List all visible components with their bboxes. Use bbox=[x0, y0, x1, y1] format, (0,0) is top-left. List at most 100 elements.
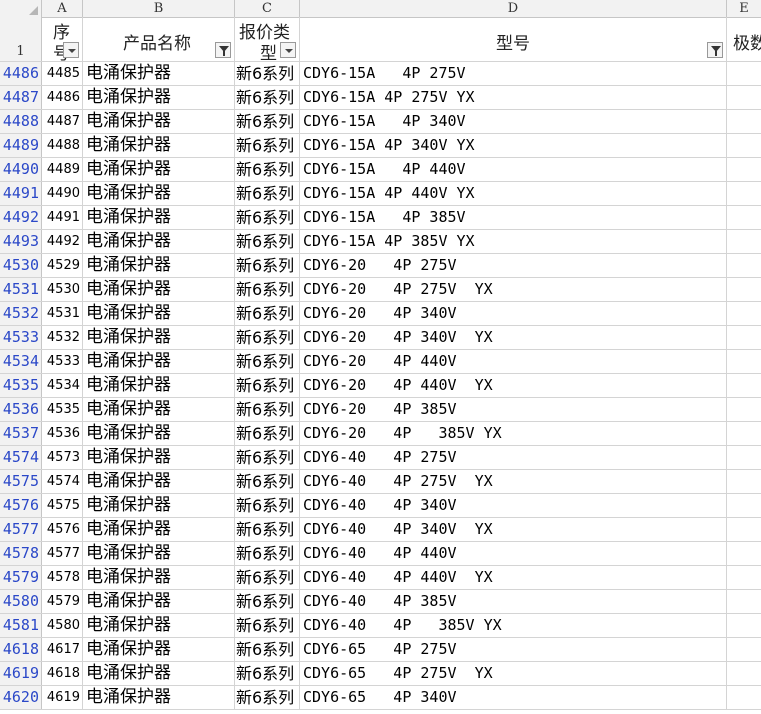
filter-active-button[interactable] bbox=[215, 42, 231, 58]
cell-product-name[interactable]: 电涌保护器 bbox=[83, 686, 235, 709]
row-number[interactable]: 4580 bbox=[0, 590, 42, 613]
cell-poles[interactable] bbox=[727, 206, 761, 229]
cell-serial[interactable]: 4574 bbox=[42, 470, 83, 493]
cell-quote-type[interactable]: 新6系列 bbox=[235, 86, 300, 109]
cell-serial[interactable]: 4536 bbox=[42, 422, 83, 445]
cell-product-name[interactable]: 电涌保护器 bbox=[83, 518, 235, 541]
cell-quote-type[interactable]: 新6系列 bbox=[235, 686, 300, 709]
cell-model[interactable]: CDY6-40 4P 440V YX bbox=[300, 566, 727, 589]
cell-poles[interactable] bbox=[727, 254, 761, 277]
cell-quote-type[interactable]: 新6系列 bbox=[235, 134, 300, 157]
cell-model[interactable]: CDY6-65 4P 275V bbox=[300, 638, 727, 661]
cell-poles[interactable] bbox=[727, 470, 761, 493]
cell-serial[interactable]: 4490 bbox=[42, 182, 83, 205]
cell-model[interactable]: CDY6-40 4P 340V YX bbox=[300, 518, 727, 541]
row-number[interactable]: 4619 bbox=[0, 662, 42, 685]
cell-serial[interactable]: 4487 bbox=[42, 110, 83, 133]
cell-poles[interactable] bbox=[727, 566, 761, 589]
cell-poles[interactable] bbox=[727, 350, 761, 373]
cell-poles[interactable] bbox=[727, 542, 761, 565]
row-number[interactable]: 4486 bbox=[0, 62, 42, 85]
cell-model[interactable]: CDY6-20 4P 385V bbox=[300, 398, 727, 421]
cell-quote-type[interactable]: 新6系列 bbox=[235, 206, 300, 229]
cell-quote-type[interactable]: 新6系列 bbox=[235, 470, 300, 493]
cell-serial[interactable]: 4580 bbox=[42, 614, 83, 637]
cell-product-name[interactable]: 电涌保护器 bbox=[83, 326, 235, 349]
cell-poles[interactable] bbox=[727, 638, 761, 661]
cell-poles[interactable] bbox=[727, 134, 761, 157]
row-number[interactable]: 4620 bbox=[0, 686, 42, 709]
cell-quote-type[interactable]: 新6系列 bbox=[235, 182, 300, 205]
cell-serial[interactable]: 4529 bbox=[42, 254, 83, 277]
cell-model[interactable]: CDY6-15A 4P 340V bbox=[300, 110, 727, 133]
row-number[interactable]: 4574 bbox=[0, 446, 42, 469]
select-all-corner[interactable] bbox=[0, 0, 42, 17]
cell-model[interactable]: CDY6-40 4P 275V YX bbox=[300, 470, 727, 493]
cell-poles[interactable] bbox=[727, 590, 761, 613]
cell-quote-type[interactable]: 新6系列 bbox=[235, 518, 300, 541]
cell-quote-type[interactable]: 新6系列 bbox=[235, 494, 300, 517]
cell-model[interactable]: CDY6-15A 4P 385V bbox=[300, 206, 727, 229]
cell-product-name[interactable]: 电涌保护器 bbox=[83, 470, 235, 493]
row-number[interactable]: 1 bbox=[0, 17, 42, 61]
cell-quote-type[interactable]: 新6系列 bbox=[235, 158, 300, 181]
cell-model[interactable]: CDY6-15A 4P 440V YX bbox=[300, 182, 727, 205]
row-number[interactable]: 4490 bbox=[0, 158, 42, 181]
cell-quote-type[interactable]: 新6系列 bbox=[235, 230, 300, 253]
cell-product-name[interactable]: 电涌保护器 bbox=[83, 422, 235, 445]
row-number[interactable]: 4536 bbox=[0, 398, 42, 421]
cell-serial[interactable]: 4577 bbox=[42, 542, 83, 565]
row-number[interactable]: 4581 bbox=[0, 614, 42, 637]
cell-product-name[interactable]: 电涌保护器 bbox=[83, 254, 235, 277]
row-number[interactable]: 4618 bbox=[0, 638, 42, 661]
cell-poles[interactable] bbox=[727, 422, 761, 445]
cell-product-name[interactable]: 电涌保护器 bbox=[83, 638, 235, 661]
cell-serial[interactable]: 4530 bbox=[42, 278, 83, 301]
cell-model[interactable]: CDY6-20 4P 275V bbox=[300, 254, 727, 277]
row-number[interactable]: 4577 bbox=[0, 518, 42, 541]
cell-quote-type[interactable]: 新6系列 bbox=[235, 446, 300, 469]
row-number[interactable]: 4492 bbox=[0, 206, 42, 229]
column-header-a[interactable]: A bbox=[42, 0, 83, 17]
row-number[interactable]: 4493 bbox=[0, 230, 42, 253]
cell-product-name[interactable]: 电涌保护器 bbox=[83, 206, 235, 229]
cell-model[interactable]: CDY6-15A 4P 275V YX bbox=[300, 86, 727, 109]
cell-quote-type[interactable]: 新6系列 bbox=[235, 638, 300, 661]
cell-product-name[interactable]: 电涌保护器 bbox=[83, 446, 235, 469]
cell-poles[interactable] bbox=[727, 62, 761, 85]
cell-serial[interactable]: 4485 bbox=[42, 62, 83, 85]
cell-quote-type[interactable]: 新6系列 bbox=[235, 542, 300, 565]
cell-poles[interactable] bbox=[727, 398, 761, 421]
cell-poles[interactable] bbox=[727, 278, 761, 301]
cell-serial[interactable]: 4533 bbox=[42, 350, 83, 373]
cell-quote-type[interactable]: 新6系列 bbox=[235, 278, 300, 301]
cell-serial[interactable]: 4575 bbox=[42, 494, 83, 517]
cell-product-name[interactable]: 电涌保护器 bbox=[83, 590, 235, 613]
cell-serial[interactable]: 4576 bbox=[42, 518, 83, 541]
header-cell-b[interactable]: 产品名称 bbox=[83, 17, 235, 61]
cell-poles[interactable] bbox=[727, 158, 761, 181]
filter-dropdown-button[interactable] bbox=[280, 42, 296, 58]
cell-quote-type[interactable]: 新6系列 bbox=[235, 590, 300, 613]
cell-model[interactable]: CDY6-40 4P 275V bbox=[300, 446, 727, 469]
cell-serial[interactable]: 4535 bbox=[42, 398, 83, 421]
cell-quote-type[interactable]: 新6系列 bbox=[235, 374, 300, 397]
cell-serial[interactable]: 4579 bbox=[42, 590, 83, 613]
cell-product-name[interactable]: 电涌保护器 bbox=[83, 350, 235, 373]
row-number[interactable]: 4531 bbox=[0, 278, 42, 301]
cell-model[interactable]: CDY6-20 4P 440V bbox=[300, 350, 727, 373]
cell-serial[interactable]: 4618 bbox=[42, 662, 83, 685]
column-header-b[interactable]: B bbox=[83, 0, 235, 17]
cell-poles[interactable] bbox=[727, 518, 761, 541]
cell-serial[interactable]: 4573 bbox=[42, 446, 83, 469]
cell-product-name[interactable]: 电涌保护器 bbox=[83, 614, 235, 637]
cell-serial[interactable]: 4489 bbox=[42, 158, 83, 181]
cell-poles[interactable] bbox=[727, 614, 761, 637]
cell-quote-type[interactable]: 新6系列 bbox=[235, 302, 300, 325]
cell-product-name[interactable]: 电涌保护器 bbox=[83, 230, 235, 253]
cell-quote-type[interactable]: 新6系列 bbox=[235, 254, 300, 277]
header-cell-c[interactable]: 报价类 型 bbox=[235, 17, 300, 61]
cell-product-name[interactable]: 电涌保护器 bbox=[83, 182, 235, 205]
cell-product-name[interactable]: 电涌保护器 bbox=[83, 566, 235, 589]
cell-product-name[interactable]: 电涌保护器 bbox=[83, 662, 235, 685]
